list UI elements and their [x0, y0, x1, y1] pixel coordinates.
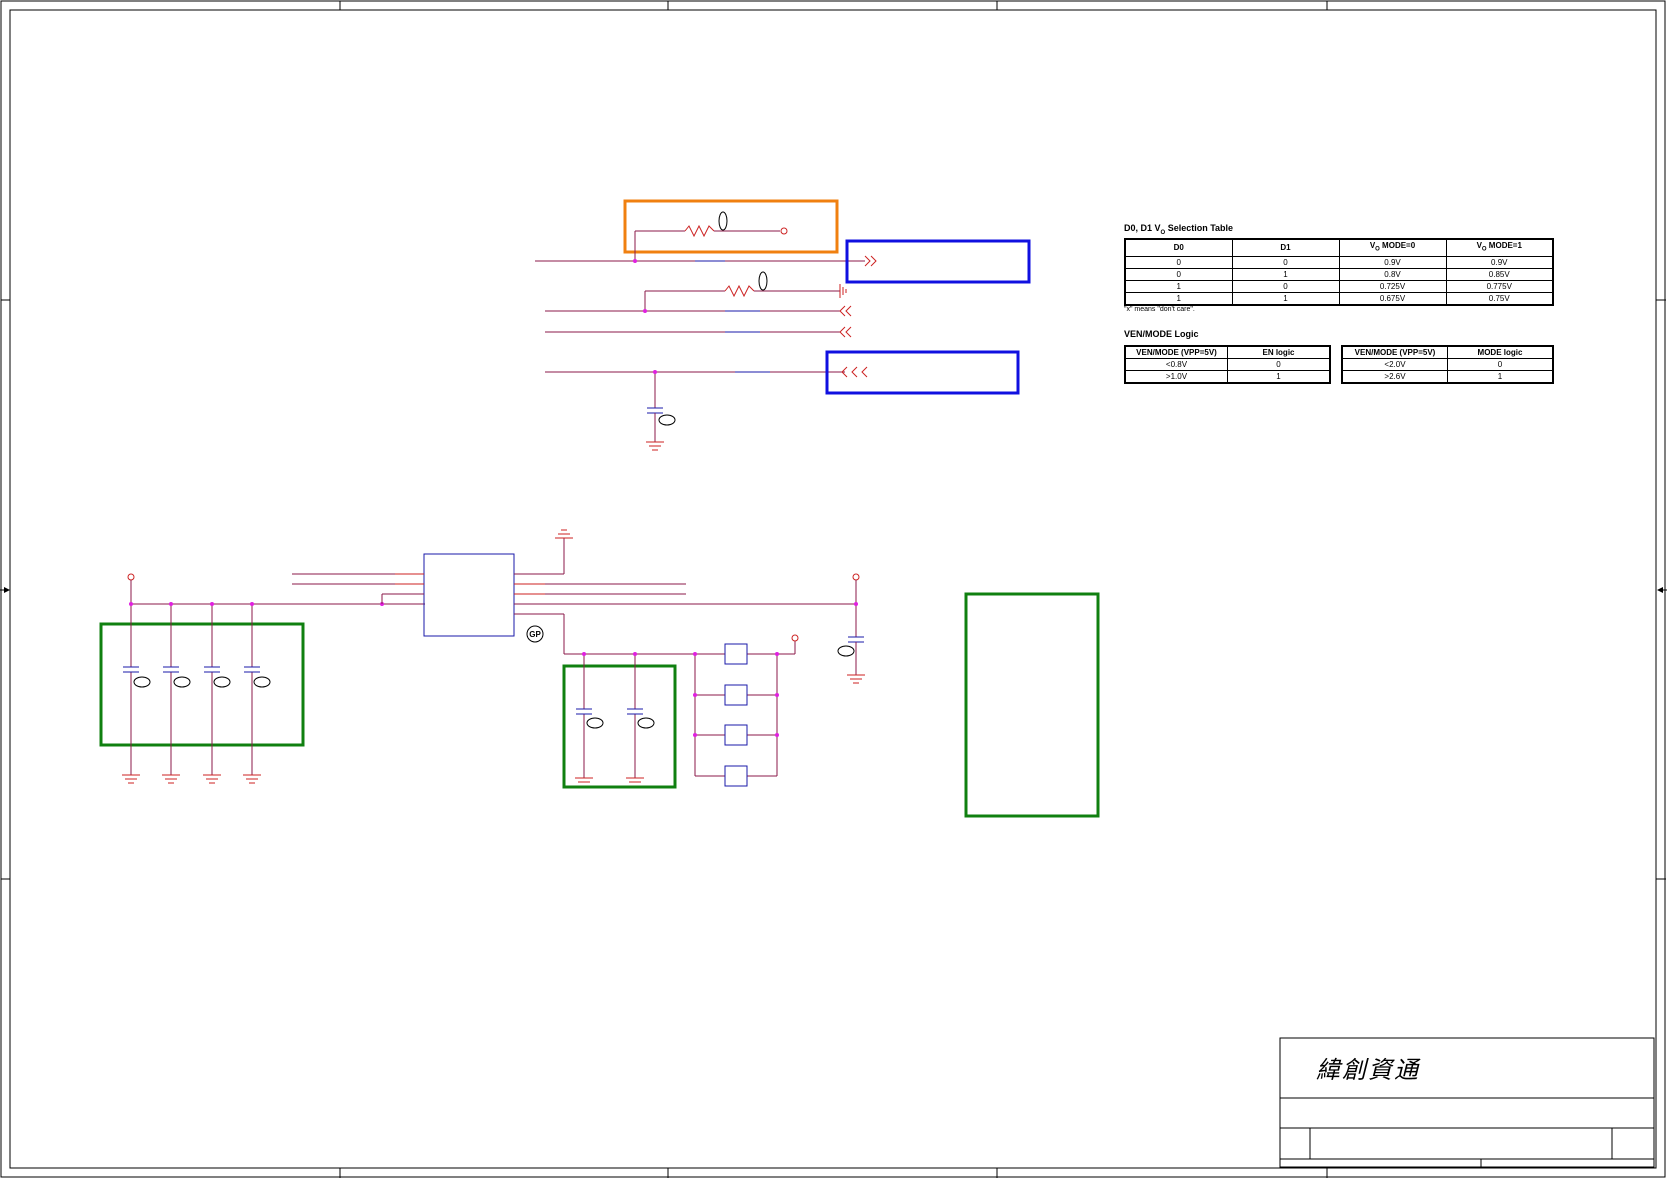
resistor-symbol — [684, 224, 715, 238]
power-pin-circle — [780, 227, 788, 235]
selection-title-rest: Selection Table — [1165, 223, 1234, 233]
header-mode1: MODE=1 — [1486, 241, 1522, 250]
gp-marker-icon — [586, 717, 655, 729]
selection-table-title: D0, D1 VO Selection Table — [1124, 223, 1233, 236]
offpage-connector-icon — [839, 326, 846, 338]
highlight-box-orange — [623, 199, 839, 254]
regulator-ic: GP — [292, 529, 856, 654]
table-header: VEN/MODE (VPP=5V) — [1341, 345, 1448, 359]
table-cell: 0.85V — [1445, 267, 1554, 281]
table-cell: 1 — [1231, 291, 1340, 306]
ground-icon — [839, 284, 847, 298]
table-row: <2.0V 0 — [1341, 358, 1554, 371]
table-header: MODE logic — [1447, 345, 1554, 359]
table-header-row: VEN/MODE (VPP=5V) EN logic — [1124, 345, 1331, 359]
offpage-connector-icon — [839, 305, 846, 317]
header-vo-mode0: VO MODE=0 — [1338, 238, 1447, 257]
table-cell: >1.0V — [1124, 370, 1228, 384]
resistor-symbol — [724, 284, 755, 298]
table-cell: 0.8V — [1338, 267, 1447, 281]
drawing-frame — [0, 0, 1666, 1178]
header-mode0: MODE=0 — [1379, 241, 1416, 250]
offpage-connector-icon — [864, 255, 871, 267]
table-row: >2.6V 1 — [1341, 370, 1554, 384]
highlight-box-blue-1 — [845, 239, 1031, 284]
gp-marker-icon — [658, 414, 676, 426]
table-cell: 1 — [1227, 370, 1331, 384]
table-cell: 0 — [1227, 358, 1331, 371]
table-cell: 1 — [1231, 267, 1340, 281]
component-box — [724, 643, 748, 787]
capacitor-symbol — [576, 708, 643, 715]
highlight-box-green-3 — [964, 592, 1100, 818]
table-cell: 0 — [1447, 358, 1554, 371]
rail-capacitor-right — [837, 573, 865, 684]
table-cell: 0.775V — [1445, 279, 1554, 293]
ground-icon — [847, 674, 865, 684]
highlight-box-blue-2 — [825, 350, 1020, 395]
capacitor-symbol — [647, 407, 663, 414]
table-cell: 0.75V — [1445, 291, 1554, 306]
table-header: VEN/MODE (VPP=5V) — [1124, 345, 1228, 359]
power-pin-circle — [127, 573, 135, 581]
table-header-row: D0 D1 VO MODE=0 VO MODE=1 — [1124, 238, 1554, 257]
table-row: 0 1 0.8V 0.85V — [1124, 267, 1554, 281]
table-cell: 0.9V — [1445, 255, 1554, 269]
table-cell: 0.9V — [1338, 255, 1447, 269]
junction-dots — [633, 259, 657, 374]
header-vo-mode1: VO MODE=1 — [1445, 238, 1554, 257]
table-cell: 1 — [1124, 291, 1233, 306]
table-cell: 0 — [1231, 255, 1340, 269]
header-d0: D0 — [1124, 238, 1233, 257]
table-cell: 0 — [1124, 267, 1233, 281]
table-cell: <2.0V — [1341, 358, 1448, 371]
power-pin-circle — [852, 573, 860, 581]
table-row: 1 0 0.725V 0.775V — [1124, 279, 1554, 293]
highlight-box-green-2 — [562, 664, 677, 789]
table-cell: 0.725V — [1338, 279, 1447, 293]
table-row: >1.0V 1 — [1124, 370, 1331, 384]
selection-table: D0 D1 VO MODE=0 VO MODE=1 0 0 0.9V 0.9V … — [1124, 238, 1554, 306]
logic-section-title: VEN/MODE Logic — [1124, 329, 1199, 339]
component-ladder — [693, 634, 799, 787]
option-marker-icon — [758, 271, 768, 291]
ground-icon — [122, 774, 261, 784]
header-d1: D1 — [1231, 238, 1340, 257]
capacitor-symbol — [848, 636, 864, 643]
table-row: 0 0 0.9V 0.9V — [1124, 255, 1554, 269]
capacitor-symbol — [123, 666, 260, 673]
en-logic-table: VEN/MODE (VPP=5V) EN logic <0.8V 0 >1.0V… — [1124, 345, 1331, 384]
dont-care-note: "x" means "don't care". — [1124, 306, 1195, 313]
table-cell: >2.6V — [1341, 370, 1448, 384]
selection-title-main: D0, D1 V — [1124, 223, 1161, 233]
company-name: 緯創資通 — [1316, 1056, 1420, 1084]
table-row: <0.8V 0 — [1124, 358, 1331, 371]
schematic-canvas: GP — [0, 0, 1667, 1178]
table-cell: 0 — [1231, 279, 1340, 293]
table-cell: 1 — [1447, 370, 1554, 384]
ground-icon — [646, 441, 664, 451]
ground-icon — [555, 529, 573, 539]
table-header-row: VEN/MODE (VPP=5V) MODE logic — [1341, 345, 1554, 359]
table-cell: <0.8V — [1124, 358, 1228, 371]
ground-icon — [575, 777, 644, 783]
option-marker-icon — [718, 211, 728, 231]
gp-marker-icon — [837, 645, 855, 657]
gp-marker-icon — [133, 676, 271, 688]
table-row: 1 1 0.675V 0.75V — [1124, 291, 1554, 306]
mode-logic-table: VEN/MODE (VPP=5V) MODE logic <2.0V 0 >2.… — [1341, 345, 1554, 384]
capacitor-bank-output — [562, 652, 795, 789]
gp-logo-label: GP — [529, 630, 541, 639]
ic-body — [423, 553, 515, 637]
table-cell: 0.675V — [1338, 291, 1447, 306]
table-cell: 0 — [1124, 255, 1233, 269]
table-header: EN logic — [1227, 345, 1331, 359]
capacitor-bank-left — [99, 573, 425, 784]
top-net-section — [535, 199, 1031, 451]
table-cell: 1 — [1124, 279, 1233, 293]
power-pin-circle — [791, 634, 799, 642]
